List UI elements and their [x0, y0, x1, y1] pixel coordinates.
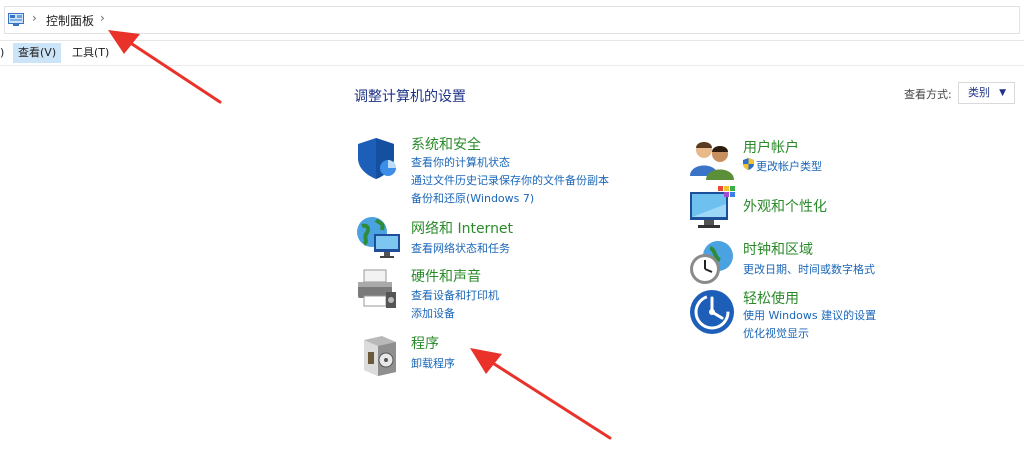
- programs-box-icon: [364, 336, 396, 376]
- link-windows-suggested-settings[interactable]: 使用 Windows 建议的设置: [743, 307, 876, 323]
- menu-edge-fragment: ): [0, 46, 5, 59]
- address-bar: › 控制面板 ›: [0, 0, 1024, 41]
- category-title-users[interactable]: 用户帐户: [743, 137, 799, 157]
- breadcrumb-separator[interactable]: ›: [100, 11, 105, 25]
- annotation-arrow-programs: [470, 348, 612, 440]
- category-title-clock[interactable]: 时钟和区域: [743, 239, 813, 259]
- breadcrumb-separator[interactable]: ›: [32, 11, 37, 25]
- menu-bar: ) 查看(V) 工具(T): [0, 41, 1024, 66]
- chevron-down-icon: ▼: [999, 88, 1006, 98]
- menu-tools[interactable]: 工具(T): [67, 43, 114, 63]
- address-field[interactable]: [4, 6, 1020, 34]
- breadcrumb-control-panel[interactable]: 控制面板: [46, 12, 94, 29]
- link-change-date-time[interactable]: 更改日期、时间或数字格式: [743, 261, 875, 277]
- category-title-ease[interactable]: 轻松使用: [743, 288, 799, 308]
- category-title-appearance[interactable]: 外观和个性化: [743, 196, 827, 216]
- link-network-status[interactable]: 查看网络状态和任务: [411, 240, 510, 256]
- view-by-label: 查看方式:: [904, 88, 952, 101]
- category-title-system[interactable]: 系统和安全: [411, 134, 481, 154]
- link-view-computer-status[interactable]: 查看你的计算机状态: [411, 154, 510, 170]
- link-uninstall-program[interactable]: 卸载程序: [411, 355, 455, 371]
- category-title-network[interactable]: 网络和 Internet: [411, 218, 513, 238]
- view-by-value: 类别: [968, 86, 990, 99]
- menu-view[interactable]: 查看(V): [13, 43, 62, 63]
- link-backup-restore[interactable]: 备份和还原(Windows 7): [411, 190, 534, 206]
- page-title: 调整计算机的设置: [354, 89, 466, 105]
- link-change-account-type[interactable]: 更改帐户类型: [756, 158, 822, 174]
- accessibility-icon: [690, 290, 734, 334]
- shield-icon: [358, 138, 396, 179]
- link-add-device[interactable]: 添加设备: [411, 305, 455, 321]
- category-title-hardware[interactable]: 硬件和声音: [411, 266, 481, 286]
- view-by-select[interactable]: 类别 ▼: [958, 82, 1015, 104]
- link-devices-printers[interactable]: 查看设备和打印机: [411, 287, 499, 303]
- uac-shield-icon: [743, 158, 754, 170]
- users-icon: [690, 142, 734, 180]
- network-globe-icon: [357, 217, 400, 258]
- link-file-history[interactable]: 通过文件历史记录保存你的文件备份副本: [411, 172, 609, 188]
- category-title-programs[interactable]: 程序: [411, 333, 439, 353]
- clock-globe-icon: [690, 241, 733, 284]
- monitor-palette-icon: [690, 186, 735, 228]
- link-optimize-visual-display[interactable]: 优化视觉显示: [743, 325, 809, 341]
- printer-icon: [358, 269, 396, 308]
- control-panel-icon: [8, 13, 24, 26]
